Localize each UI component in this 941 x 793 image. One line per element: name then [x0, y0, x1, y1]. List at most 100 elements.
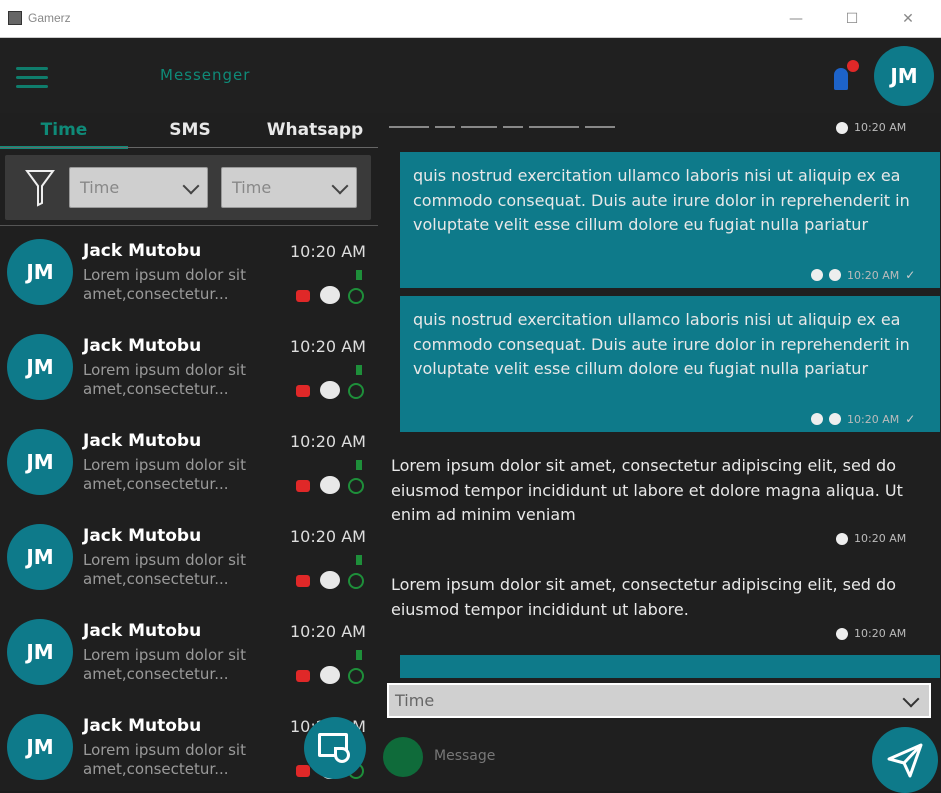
contact-name: Jack Mutobu: [83, 336, 202, 356]
maximize-button[interactable]: ☐: [832, 8, 872, 30]
message-meta: 10:20 AM: [836, 532, 906, 545]
send-icon: [887, 743, 923, 778]
channel-select[interactable]: Time: [387, 683, 931, 718]
contact-name: Jack Mutobu: [83, 526, 202, 546]
conversation-item[interactable]: JM Jack Mutobu 10:20 AM Lorem ipsum dolo…: [0, 511, 378, 606]
whatsapp-icon: [348, 668, 364, 684]
close-button[interactable]: ✕: [888, 8, 928, 30]
avatar: JM: [7, 714, 73, 780]
filter-select-2[interactable]: Time: [221, 167, 357, 208]
message-meta: 10:20 AM ✓: [811, 268, 915, 282]
whatsapp-icon[interactable]: [383, 737, 423, 777]
sms-icon: [320, 571, 340, 589]
message-preview: Lorem ipsum dolor sit amet,consectetur..…: [83, 646, 246, 683]
avatar: JM: [7, 619, 73, 685]
message-text: quis nostrud exercitation ullamco labori…: [413, 310, 910, 378]
contact-name: Jack Mutobu: [83, 431, 202, 451]
message-preview: Lorem ipsum dolor sit amet,consectetur..…: [83, 266, 246, 303]
filter-select-1-value: Time: [80, 178, 120, 197]
window-title: Gamerz: [28, 11, 71, 25]
tab-time[interactable]: Time: [0, 113, 128, 149]
sms-icon: [836, 532, 848, 545]
sms-icon: [836, 627, 848, 640]
channel-select-value: Time: [395, 691, 435, 710]
tab-whatsapp[interactable]: Whatsapp: [252, 113, 378, 149]
signal-icon: [356, 650, 362, 660]
conversation-item[interactable]: JM Jack Mutobu 10:20 AM Lorem ipsum dolo…: [0, 226, 378, 321]
message-input[interactable]: Message: [434, 748, 495, 764]
sms-icon: [320, 286, 340, 304]
message-time: 10:20 AM: [290, 622, 366, 641]
conversation-item[interactable]: JM Jack Mutobu 10:20 AM Lorem ipsum dolo…: [0, 321, 378, 416]
whatsapp-icon: [829, 413, 841, 425]
message-time: 10:20 AM: [854, 121, 907, 134]
avatar: JM: [7, 429, 73, 495]
message-preview: Lorem ipsum dolor sit amet,consectetur..…: [83, 456, 246, 493]
alert-icon: [296, 385, 310, 397]
sms-icon: [320, 666, 340, 684]
user-avatar[interactable]: JM: [874, 46, 934, 106]
minimize-button[interactable]: —: [776, 8, 816, 30]
whatsapp-icon: [348, 383, 364, 399]
notification-dot: [847, 60, 859, 72]
chat-panel: 10:20 AM quis nostrud exercitation ullam…: [381, 113, 941, 678]
app-bar: [0, 38, 941, 113]
message-meta: 10:20 AM ✓: [811, 412, 915, 426]
signal-icon: [356, 270, 362, 280]
screen-share-button[interactable]: [304, 717, 366, 779]
channel-tabs: Time SMS Whatsapp: [0, 113, 378, 149]
send-button[interactable]: [872, 727, 938, 793]
avatar: JM: [7, 239, 73, 305]
sms-icon: [811, 269, 823, 281]
conversation-item[interactable]: JM Jack Mutobu 10:20 AM Lorem ipsum dolo…: [0, 416, 378, 511]
alert-icon: [296, 480, 310, 492]
filter-select-2-value: Time: [232, 178, 272, 197]
signal-icon: [356, 460, 362, 470]
incoming-message[interactable]: Lorem ipsum dolor sit amet, consectetur …: [391, 454, 911, 528]
tab-sms[interactable]: SMS: [128, 113, 252, 149]
alert-icon: [296, 670, 310, 682]
filter-select-1[interactable]: Time: [69, 167, 208, 208]
contact-name: Jack Mutobu: [83, 241, 202, 261]
conversation-item[interactable]: JM Jack Mutobu 10:20 AM Lorem ipsum dolo…: [0, 606, 378, 701]
tab-divider: [0, 147, 378, 148]
contact-name: Jack Mutobu: [83, 621, 202, 641]
message-time: 10:20 AM: [290, 432, 366, 451]
conversation-list: JM Jack Mutobu 10:20 AM Lorem ipsum dolo…: [0, 226, 378, 791]
pointer-icon: [334, 747, 350, 763]
outgoing-message[interactable]: [400, 655, 940, 678]
menu-icon[interactable]: [16, 67, 48, 91]
message-text: quis nostrud exercitation ullamco labori…: [413, 166, 910, 234]
check-icon: ✓: [905, 412, 916, 426]
message-time: 10:20 AM: [854, 532, 907, 545]
title-bar: Gamerz — ☐ ✕: [0, 0, 941, 38]
app-icon: [8, 11, 22, 25]
chevron-down-icon: [182, 177, 200, 195]
message-time: 10:20 AM: [290, 242, 366, 261]
avatar: JM: [7, 524, 73, 590]
app-name: Messenger: [160, 66, 251, 84]
message-time: 10:20 AM: [290, 527, 366, 546]
chevron-down-icon: [902, 690, 920, 708]
notification-bell-icon[interactable]: [830, 60, 859, 94]
message-time: 10:20 AM: [854, 627, 907, 640]
alert-icon: [296, 765, 310, 777]
message-preview: Lorem ipsum dolor sit amet,consectetur..…: [83, 361, 246, 398]
filter-icon[interactable]: [25, 169, 55, 207]
whatsapp-icon: [348, 478, 364, 494]
sms-icon: [836, 121, 848, 134]
whatsapp-icon: [348, 288, 364, 304]
check-icon: ✓: [905, 268, 916, 282]
truncated-message-edge: [389, 113, 769, 128]
message-meta: 10:20 AM: [836, 121, 906, 134]
avatar: JM: [7, 334, 73, 400]
whatsapp-icon: [829, 269, 841, 281]
alert-icon: [296, 290, 310, 302]
sms-icon: [811, 413, 823, 425]
app-window: Gamerz — ☐ ✕ Messenger JM Time SMS Whats…: [0, 0, 941, 793]
alert-icon: [296, 575, 310, 587]
message-time: 10:20 AM: [847, 412, 900, 426]
incoming-message[interactable]: Lorem ipsum dolor sit amet, consectetur …: [391, 573, 911, 622]
contact-name: Jack Mutobu: [83, 716, 202, 736]
message-time: 10:20 AM: [847, 268, 900, 282]
